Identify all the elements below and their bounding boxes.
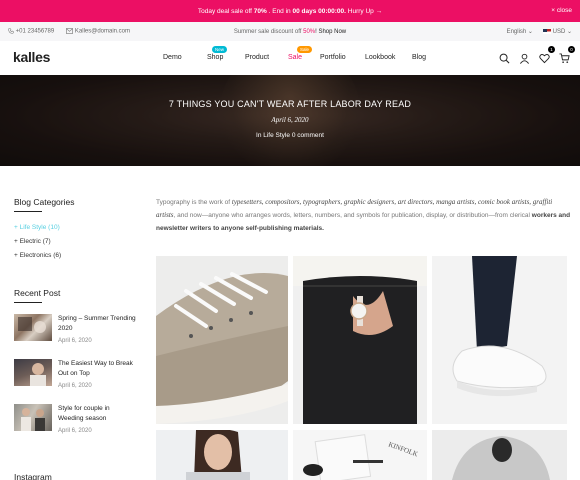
summer-sale-link[interactable]: Summer sale discount off 50%! Shop Now — [234, 29, 346, 35]
main-nav: Demo Shop New Product Sale Sale Portfolio … — [163, 46, 442, 61]
recent-post-heading: Recent Post — [14, 288, 61, 303]
category-electric[interactable]: + Electric (7) — [14, 238, 51, 245]
post-title: 7 THINGS YOU CAN'T WEAR AFTER LABOR DAY … — [168, 99, 412, 109]
category-count: (6) — [53, 252, 62, 259]
gallery-image-watch[interactable] — [293, 256, 427, 424]
promo-countdown: 00 days 00:00:00. — [292, 7, 346, 15]
nav-blog[interactable]: Blog — [412, 54, 442, 61]
phone-contact[interactable]: +01 23456789 — [8, 28, 54, 35]
nav-product[interactable]: Product — [245, 54, 288, 61]
promo-close-button[interactable]: × close — [551, 7, 572, 14]
post-title-link[interactable]: The Easiest Way to Break Out on Top — [58, 359, 136, 379]
category-electronics[interactable]: + Electronics (6) — [14, 252, 61, 259]
phone-number: +01 23456789 — [15, 28, 55, 35]
recent-post-item[interactable]: Style for couple in Weeding season April… — [14, 404, 134, 434]
gallery-image-model[interactable] — [156, 430, 288, 480]
sale-text: Summer sale discount off — [233, 28, 302, 35]
post-category-link[interactable]: Life Style — [263, 132, 290, 139]
post-date: April 6, 2020 — [58, 428, 92, 434]
search-icon[interactable] — [499, 51, 510, 64]
post-thumbnail[interactable] — [14, 314, 52, 341]
category-label: Life Style — [19, 224, 47, 231]
cart-count: 0 — [568, 46, 575, 53]
promo-bar: Today deal sale off 70% . End in 00 days… — [0, 0, 580, 22]
shop-now-text: ! Shop Now — [315, 28, 347, 35]
post-meta: In Life Style 0 comment — [0, 132, 580, 139]
email-address: Kalles@domain.com — [74, 28, 131, 35]
chevron-down-icon: ⌄ — [566, 29, 572, 35]
post-hero: 7 THINGS YOU CAN'T WEAR AFTER LABOR DAY … — [0, 75, 580, 166]
recent-post-item[interactable]: The Easiest Way to Break Out on Top Apri… — [14, 359, 134, 389]
promo-hurry-link[interactable]: Hurry Up — [348, 8, 374, 15]
email-contact[interactable]: Kalles@domain.com — [66, 28, 130, 35]
cart-button[interactable]: 0 — [559, 46, 575, 63]
promo-prefix: Today deal sale off — [197, 7, 252, 15]
post-title-link[interactable]: Spring – Summer Trending 2020 — [58, 314, 136, 334]
currency-label: USD — [552, 29, 566, 35]
nav-shop[interactable]: Shop New — [207, 46, 245, 61]
intro-text: , and now—anyone who arranges words, let… — [173, 212, 532, 219]
chevron-down-icon: ⌄ — [527, 29, 533, 35]
category-life-style[interactable]: + Life Style (10) — [14, 224, 60, 231]
post-comments-link[interactable]: 0 comment — [292, 132, 324, 139]
header-icons: 1 0 — [499, 46, 575, 64]
user-icon[interactable] — [519, 51, 530, 64]
wishlist-button[interactable]: 1 — [539, 46, 555, 64]
promo-mid: . End in — [268, 7, 291, 15]
site-header: kalles Demo Shop New Product Sale Sale Por… — [0, 41, 580, 75]
svg-text:KINFOLK: KINFOLK — [387, 440, 419, 458]
post-thumbnail[interactable] — [14, 359, 52, 386]
post-thumbnail[interactable] — [14, 404, 52, 431]
category-label: Electronics — [19, 252, 52, 259]
gallery-image-sneaker[interactable] — [156, 256, 288, 424]
phone-icon — [8, 28, 14, 34]
blog-categories-heading: Blog Categories — [14, 197, 75, 212]
promo-percent: 70% — [253, 7, 267, 15]
category-count: (10) — [48, 224, 60, 231]
site-logo[interactable]: kalles — [13, 49, 50, 65]
gallery-image-hoodie[interactable] — [432, 430, 567, 480]
instagram-heading: Instagram — [14, 472, 52, 480]
nav-demo[interactable]: Demo — [163, 54, 207, 61]
cart-icon — [559, 53, 570, 63]
sale-percent: 50% — [303, 28, 316, 35]
currency-selector[interactable]: USD ⌄ — [542, 28, 572, 35]
arrow-right-icon: → — [375, 7, 383, 15]
post-title-link[interactable]: Style for couple in Weeding season — [58, 404, 136, 424]
post-date: April 6, 2020 — [271, 116, 309, 124]
post-date: April 6, 2020 — [58, 383, 92, 389]
mail-icon — [66, 28, 74, 34]
new-badge: New — [212, 46, 228, 53]
nav-lookbook[interactable]: Lookbook — [365, 54, 412, 61]
nav-portfolio[interactable]: Portfolio — [320, 54, 365, 61]
nav-sale[interactable]: Sale Sale — [288, 46, 320, 61]
gallery-image-white-shoe[interactable] — [432, 256, 567, 424]
wishlist-count: 1 — [548, 46, 555, 53]
top-bar: +01 23456789 Kalles@domain.com Summer sa… — [0, 22, 580, 41]
language-selector[interactable]: English ⌄ — [507, 28, 533, 35]
nav-sale-label: Sale — [288, 54, 303, 61]
intro-text: Typography is the work of — [156, 199, 232, 206]
meta-prefix: In — [256, 132, 262, 139]
category-label: Electric — [19, 238, 41, 245]
sale-badge: Sale — [297, 46, 313, 53]
language-label: English — [506, 29, 527, 35]
category-count: (7) — [42, 238, 51, 245]
article-intro: Typography is the work of typesetters, c… — [156, 196, 571, 235]
recent-post-item[interactable]: Spring – Summer Trending 2020 April 6, 2… — [14, 314, 136, 344]
heart-icon — [539, 54, 550, 64]
post-date: April 6, 2020 — [58, 338, 92, 344]
us-flag-icon — [542, 28, 551, 34]
nav-shop-label: Shop — [207, 54, 224, 61]
gallery-image-flatlay[interactable]: KINFOLK — [293, 430, 427, 480]
